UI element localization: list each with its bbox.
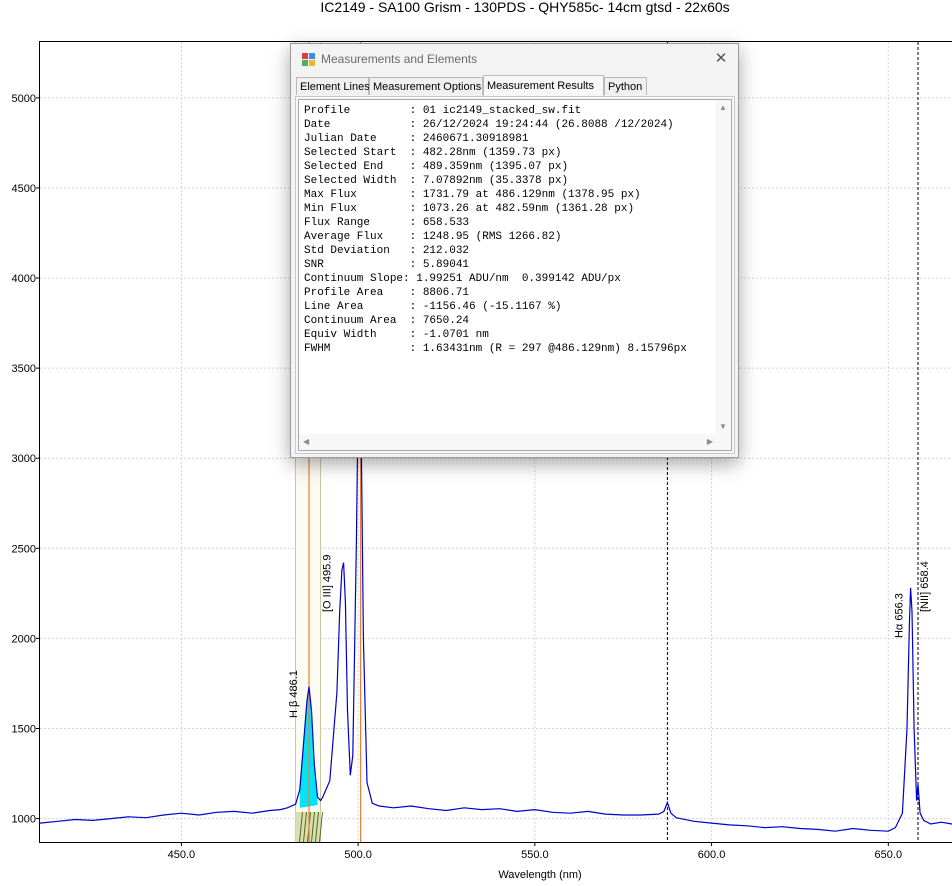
result-line: Min Flux : 1073.26 at 482.59nm (1361.28 …	[304, 203, 635, 215]
result-line: Selected End : 489.359nm (1395.07 px)	[304, 161, 569, 173]
line-annotation: H β 486.1	[288, 670, 300, 718]
x-tick-label: 500.0	[344, 849, 372, 861]
scroll-down-icon[interactable]: ▼	[719, 423, 727, 431]
x-tick-label: 650.0	[875, 849, 903, 861]
scroll-left-icon[interactable]: ◀	[303, 438, 309, 446]
x-tick-label: 600.0	[698, 849, 726, 861]
y-tick-label: 4000	[12, 273, 36, 285]
y-axis-ticks: 1000 1500 2000 2500 3000 3500 4000 4500 5000	[12, 93, 40, 826]
result-line: Julian Date : 2460671.30918981	[304, 133, 529, 145]
scroll-right-icon[interactable]: ▶	[707, 438, 713, 446]
result-line: Date : 26/12/2024 19:24:44 (26.8088 /12/…	[304, 119, 674, 131]
horizontal-scrollbar[interactable]: ◀ ▶	[299, 434, 717, 450]
scroll-corner	[715, 434, 731, 450]
result-line: Line Area : -1156.46 (-15.1167 %)	[304, 301, 562, 313]
result-line: Selected Start : 482.28nm (1359.73 px)	[304, 147, 562, 159]
result-line: Profile Area : 8806.71	[304, 287, 470, 299]
tab-python[interactable]: Python	[604, 77, 647, 95]
result-line: Flux Range : 658.533	[304, 217, 470, 229]
chart-title: IC2149 - SA100 Grism - 130PDS - QHY585c-…	[320, 0, 729, 15]
result-line: Average Flux : 1248.95 (RMS 1266.82)	[304, 231, 562, 243]
line-annotation: [O III] 495.9	[322, 555, 334, 612]
result-line: Profile : 01 ic2149_stacked_sw.fit	[304, 105, 582, 117]
x-axis-ticks: 450.0 500.0 550.0 600.0 650.0	[168, 842, 902, 861]
result-line: Continuum Area : 7650.24	[304, 315, 470, 327]
close-icon[interactable]: ✕	[708, 48, 734, 70]
results-text: Profile : 01 ic2149_stacked_sw.fit Date …	[304, 104, 687, 356]
tab-element-lines[interactable]: Element Lines	[296, 77, 370, 95]
dialog-titlebar[interactable]: Measurements and Elements ✕	[291, 44, 738, 74]
measurements-dialog: Measurements and Elements ✕ Element Line…	[290, 43, 739, 458]
y-tick-label: 5000	[12, 93, 36, 105]
line-annotation: [NII] 658.4	[919, 561, 931, 612]
result-line: Max Flux : 1731.79 at 486.129nm (1378.95…	[304, 189, 641, 201]
result-line: SNR : 5.89041	[304, 259, 470, 271]
result-line: FWHM : 1.63431nm (R = 297 @486.129nm) 8.…	[304, 343, 687, 355]
x-axis-label: Wavelength (nm)	[498, 869, 581, 881]
x-tick-label: 550.0	[521, 849, 549, 861]
vertical-scrollbar[interactable]: ▲ ▼	[715, 100, 731, 435]
x-tick-label: 450.0	[168, 849, 196, 861]
y-tick-label: 1000	[12, 814, 36, 826]
y-tick-label: 4500	[12, 183, 36, 195]
dialog-title: Measurements and Elements	[321, 52, 478, 66]
line-annotation: Hα 656.3	[894, 593, 906, 638]
result-line: Continuum Slope: 1.99251 ADU/nm 0.399142…	[304, 273, 621, 285]
y-tick-label: 1500	[12, 723, 36, 735]
result-line: Equiv Width : -1.0701 nm	[304, 329, 489, 341]
line-annotations: H β 486.1 [O III] 495.9 Hα 656.3 [NII] 658.…	[288, 555, 931, 718]
scroll-up-icon[interactable]: ▲	[719, 104, 727, 112]
tab-measurement-results[interactable]: Measurement Results	[483, 75, 604, 96]
result-line: Std Deviation : 212.032	[304, 245, 470, 257]
y-tick-label: 2500	[12, 543, 36, 555]
y-tick-label: 3500	[12, 363, 36, 375]
y-tick-label: 2000	[12, 633, 36, 645]
app-icon	[302, 53, 315, 66]
results-textbox[interactable]: Profile : 01 ic2149_stacked_sw.fit Date …	[298, 99, 732, 451]
tab-measurement-options[interactable]: Measurement Options	[369, 77, 483, 95]
results-panel: Profile : 01 ic2149_stacked_sw.fit Date …	[295, 96, 735, 454]
y-tick-label: 3000	[12, 453, 36, 465]
result-line: Selected Width : 7.07892nm (35.3378 px)	[304, 175, 569, 187]
